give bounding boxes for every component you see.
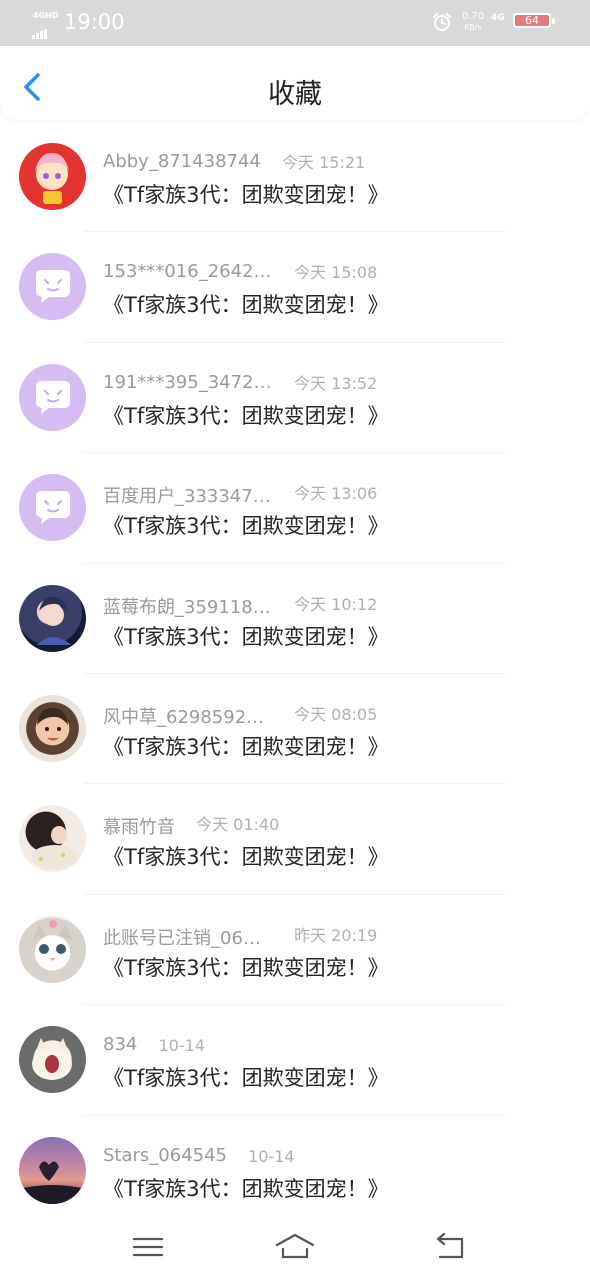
book-title: 《Tf家族3代：团欺变团宠！》	[103, 183, 389, 207]
battery-level: 64	[525, 14, 539, 27]
timestamp: 今天 13:52	[294, 373, 378, 393]
signal-icon: 4GHD	[30, 11, 60, 39]
timestamp: 今天 15:21	[281, 153, 366, 172]
user-name: 834	[103, 1034, 138, 1056]
menu-icon[interactable]	[128, 1231, 168, 1263]
user-name: 风中草_6298592…	[103, 706, 265, 728]
name-line: 百度用户_333347… 今天 13:06	[103, 482, 378, 508]
name-line: 风中草_6298592… 今天 08:05	[103, 703, 378, 728]
user-name: Abby_871438744	[103, 151, 261, 172]
mobile-data-indicator: 4G	[491, 13, 505, 23]
user-name: 慕雨竹音	[103, 817, 175, 839]
book-title: 《Tf家族3代：团欺变团宠！》	[103, 1066, 389, 1091]
home-icon[interactable]	[275, 1231, 315, 1263]
book-title: 《Tf家族3代：团欺变团宠！》	[103, 1176, 389, 1201]
name-line: 191***395_3472… 今天 13:52	[103, 372, 377, 396]
timestamp: 今天 10:12	[294, 594, 378, 614]
list-item[interactable]: 191***395_3472… 今天 13:52 《Tf家族3代：团欺变团宠！》	[0, 343, 590, 454]
battery-icon: 64	[513, 13, 555, 30]
list-item[interactable]: 834 10-14 《Tf家族3代：团欺变团宠！》	[0, 1005, 590, 1116]
status-bar: 4GHD 19:00 0.70 KB/s 4G 64	[0, 0, 590, 46]
avatar[interactable]	[19, 694, 86, 762]
header: 收藏	[0, 46, 590, 120]
timestamp: 今天 08:05	[294, 704, 378, 724]
name-line: Stars_064545 10-14	[103, 1145, 295, 1169]
list-item[interactable]: Stars_064545 10-14 《Tf家族3代：团欺变团宠！》	[0, 1116, 590, 1226]
avatar[interactable]	[19, 915, 86, 983]
avatar[interactable]	[19, 253, 86, 321]
clock: 19:00	[64, 10, 125, 34]
network-speed: 0.70 KB/s	[461, 11, 485, 32]
avatar[interactable]	[19, 805, 86, 873]
name-line: Abby_871438744 今天 15:21	[103, 151, 365, 175]
list-item[interactable]: Abby_871438744 今天 15:21 《Tf家族3代：团欺变团宠！》	[0, 122, 590, 233]
timestamp: 今天 13:06	[294, 484, 378, 504]
book-title: 《Tf家族3代：团欺变团宠！》	[103, 624, 389, 649]
timestamp: 今天 15:08	[294, 263, 378, 283]
avatar[interactable]	[19, 584, 86, 652]
book-title: 《Tf家族3代：团欺变团宠！》	[103, 293, 389, 318]
name-line: 153***016_2642… 今天 15:08	[103, 261, 377, 285]
page: 4GHD 19:00 0.70 KB/s 4G 64 收藏 Abby_87143…	[0, 0, 590, 1280]
user-name: 此账号已注销_06…	[103, 927, 261, 949]
user-name: Stars_064545	[103, 1144, 228, 1166]
user-name: 百度用户_333347…	[103, 486, 271, 508]
timestamp: 10-14	[158, 1036, 205, 1056]
network-type: 4GHD	[33, 11, 59, 20]
book-title: 《Tf家族3代：团欺变团宠！》	[103, 403, 389, 428]
name-line: 慕雨竹音 今天 01:40	[103, 813, 280, 839]
list-item[interactable]: 百度用户_333347… 今天 13:06 《Tf家族3代：团欺变团宠！》	[0, 453, 590, 564]
name-line: 蓝莓布朗_359118… 今天 10:12	[103, 593, 378, 618]
system-nav-bar	[0, 1215, 590, 1280]
list-item[interactable]: 慕雨竹音 今天 01:40 《Tf家族3代：团欺变团宠！》	[0, 784, 590, 895]
book-title: 《Tf家族3代：团欺变团宠！》	[103, 514, 389, 539]
avatar[interactable]	[19, 1136, 86, 1204]
timestamp: 今天 01:40	[196, 815, 280, 835]
timestamp: 昨天 20:19	[294, 925, 378, 945]
page-title: 收藏	[268, 79, 322, 110]
list-item[interactable]: 风中草_6298592… 今天 08:05 《Tf家族3代：团欺变团宠！》	[0, 674, 590, 785]
alarm-icon	[433, 13, 451, 31]
list-item[interactable]: 此账号已注销_06… 昨天 20:19 《Tf家族3代：团欺变团宠！》	[0, 895, 590, 1006]
back-icon[interactable]	[430, 1231, 470, 1263]
name-line: 834 10-14	[103, 1034, 205, 1058]
list-item[interactable]: 153***016_2642… 今天 15:08 《Tf家族3代：团欺变团宠！》	[0, 232, 590, 343]
avatar[interactable]	[19, 474, 86, 542]
favorites-list: Abby_871438744 今天 15:21 《Tf家族3代：团欺变团宠！》 …	[0, 122, 590, 1226]
name-line: 此账号已注销_06… 昨天 20:19	[103, 924, 378, 949]
book-title: 《Tf家族3代：团欺变团宠！》	[103, 734, 389, 759]
user-name: 153***016_2642…	[103, 261, 272, 283]
avatar[interactable]	[19, 1026, 86, 1094]
user-name: 蓝莓布朗_359118…	[103, 596, 271, 618]
user-name: 191***395_3472…	[103, 371, 272, 393]
book-title: 《Tf家族3代：团欺变团宠！》	[103, 845, 389, 870]
book-title: 《Tf家族3代：团欺变团宠！》	[103, 955, 389, 980]
avatar[interactable]	[19, 143, 86, 210]
list-item[interactable]: 蓝莓布朗_359118… 今天 10:12 《Tf家族3代：团欺变团宠！》	[0, 564, 590, 674]
timestamp: 10-14	[248, 1146, 295, 1166]
avatar[interactable]	[19, 363, 86, 431]
